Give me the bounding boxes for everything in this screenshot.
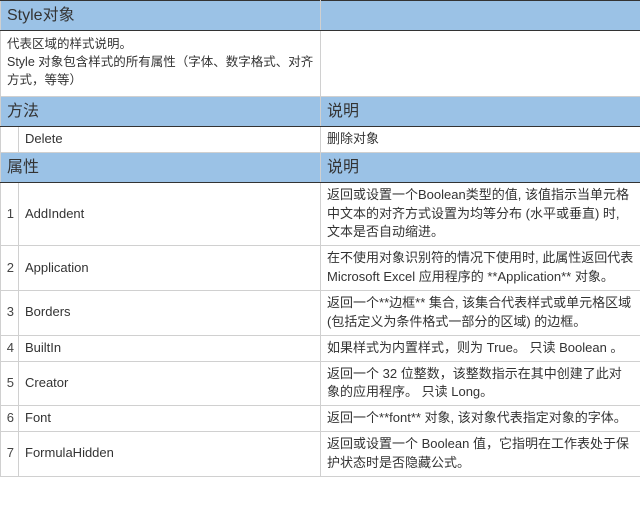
property-name: Borders [19, 291, 321, 336]
methods-header-left: 方法 [1, 96, 321, 126]
props-header-row: 属性说明 [1, 152, 640, 182]
property-idx: 4 [1, 335, 19, 361]
property-idx: 6 [1, 406, 19, 432]
property-desc: 返回或设置一个 Boolean 值，它指明在工作表处于保护状态时是否隐藏公式。 [321, 432, 640, 477]
methods-header-right: 说明 [321, 96, 640, 126]
property-row: 4BuiltIn如果样式为内置样式，则为 True。 只读 Boolean 。 [1, 335, 640, 361]
property-desc: 返回或设置一个Boolean类型的值, 该值指示当单元格中文本的对齐方式设置为均… [321, 182, 640, 246]
property-desc: 在不使用对象识别符的情况下使用时, 此属性返回代表 Microsoft Exce… [321, 246, 640, 291]
property-row: 1AddIndent返回或设置一个Boolean类型的值, 该值指示当单元格中文… [1, 182, 640, 246]
property-idx: 1 [1, 182, 19, 246]
property-name: Creator [19, 361, 321, 406]
property-row: 5Creator返回一个 32 位整数，该整数指示在其中创建了此对象的应用程序。… [1, 361, 640, 406]
property-desc: 返回一个 32 位整数，该整数指示在其中创建了此对象的应用程序。 只读 Long… [321, 361, 640, 406]
intro-cell: 代表区域的样式说明。Style 对象包含样式的所有属性（字体、数字格式、对齐方式… [1, 31, 321, 96]
property-name: Application [19, 246, 321, 291]
property-name: FormulaHidden [19, 432, 321, 477]
property-row: 3Borders返回一个**边框** 集合, 该集合代表样式或单元格区域 (包括… [1, 291, 640, 336]
property-row: 7FormulaHidden返回或设置一个 Boolean 值，它指明在工作表处… [1, 432, 640, 477]
title-row: Style对象 [1, 1, 640, 31]
property-name: BuiltIn [19, 335, 321, 361]
property-desc: 如果样式为内置样式，则为 True。 只读 Boolean 。 [321, 335, 640, 361]
props-header-right: 说明 [321, 152, 640, 182]
style-object-table: Style对象代表区域的样式说明。Style 对象包含样式的所有属性（字体、数字… [0, 0, 640, 477]
method-name: Delete [19, 126, 321, 152]
method-row: Delete删除对象 [1, 126, 640, 152]
intro-row: 代表区域的样式说明。Style 对象包含样式的所有属性（字体、数字格式、对齐方式… [1, 31, 640, 96]
property-row: 6Font返回一个**font** 对象, 该对象代表指定对象的字体。 [1, 406, 640, 432]
props-header-left: 属性 [1, 152, 321, 182]
property-idx: 3 [1, 291, 19, 336]
property-idx: 7 [1, 432, 19, 477]
property-desc: 返回一个**font** 对象, 该对象代表指定对象的字体。 [321, 406, 640, 432]
property-name: Font [19, 406, 321, 432]
property-idx: 5 [1, 361, 19, 406]
property-desc: 返回一个**边框** 集合, 该集合代表样式或单元格区域 (包括定义为条件格式一… [321, 291, 640, 336]
property-row: 2Application在不使用对象识别符的情况下使用时, 此属性返回代表 Mi… [1, 246, 640, 291]
method-desc: 删除对象 [321, 126, 640, 152]
title-cell: Style对象 [1, 1, 321, 31]
title-right [321, 1, 640, 31]
property-idx: 2 [1, 246, 19, 291]
method-idx [1, 126, 19, 152]
intro-right [321, 31, 640, 96]
methods-header-row: 方法说明 [1, 96, 640, 126]
property-name: AddIndent [19, 182, 321, 246]
